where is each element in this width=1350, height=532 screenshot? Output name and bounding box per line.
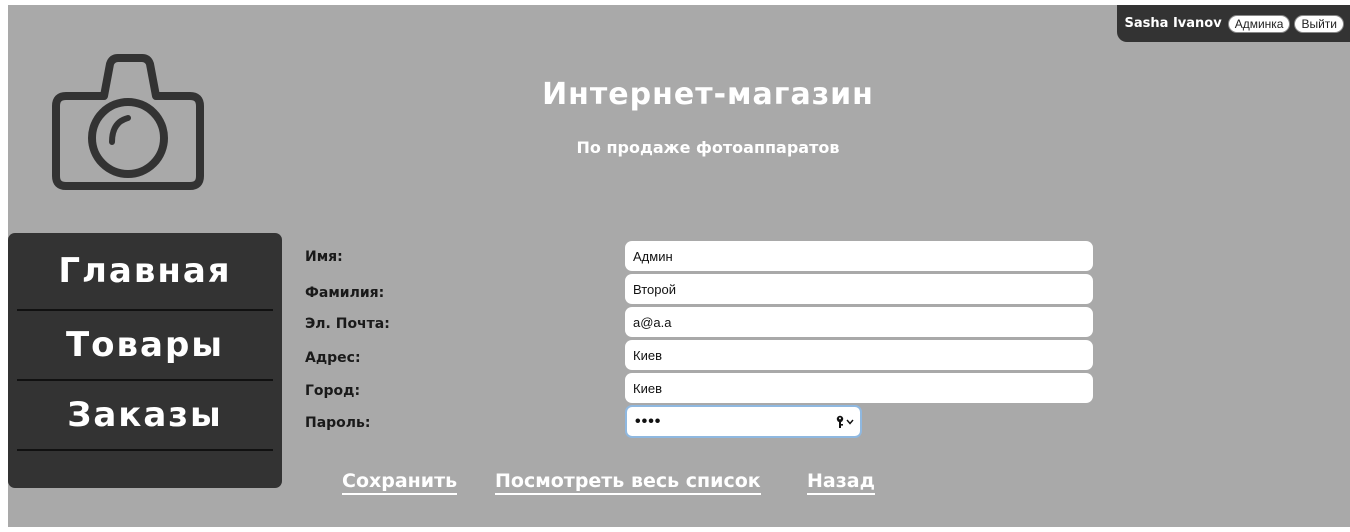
first-name-label: Имя: xyxy=(305,249,343,265)
address-label: Адрес: xyxy=(305,350,361,366)
chevron-down-icon xyxy=(846,419,854,425)
city-value: Киев xyxy=(633,380,662,396)
email-value: a@a.a xyxy=(633,314,672,330)
password-label: Пароль: xyxy=(305,415,371,431)
nav-item-home[interactable]: Главная xyxy=(17,233,273,311)
email-label: Эл. Почта: xyxy=(305,316,390,332)
last-name-value: Второй xyxy=(633,281,676,297)
view-all-button[interactable]: Посмотреть весь список xyxy=(495,470,761,495)
nav-item-products[interactable]: Товары xyxy=(17,311,273,381)
user-name: Sasha Ivanov xyxy=(1124,16,1222,31)
logout-button[interactable]: Выйти xyxy=(1294,14,1344,33)
user-panel: Sasha Ivanov Админка Выйти xyxy=(1116,5,1350,42)
key-icon xyxy=(836,415,844,428)
first-name-value: Админ xyxy=(633,248,673,264)
last-name-field[interactable]: Второй xyxy=(625,274,1093,304)
save-button[interactable]: Сохранить xyxy=(342,470,458,495)
city-label: Город: xyxy=(305,383,361,399)
site-subtitle: По продаже фотоаппаратов xyxy=(576,138,840,157)
password-value: •••• xyxy=(635,412,662,430)
nav-item-orders[interactable]: Заказы xyxy=(17,381,273,451)
last-name-label: Фамилия: xyxy=(305,285,385,301)
main-nav: Главная Товары Заказы xyxy=(8,233,282,488)
camera-icon xyxy=(48,50,208,190)
email-field[interactable]: a@a.a xyxy=(625,307,1093,337)
first-name-field[interactable]: Админ xyxy=(625,241,1093,271)
address-field[interactable]: Киев xyxy=(625,340,1093,370)
city-field[interactable]: Киев xyxy=(625,373,1093,403)
address-value: Киев xyxy=(633,347,662,363)
password-field[interactable]: •••• xyxy=(625,405,862,438)
page: Sasha Ivanov Админка Выйти Интернет-мага… xyxy=(8,5,1350,527)
admin-button[interactable]: Админка xyxy=(1227,14,1291,33)
password-autofill-button[interactable] xyxy=(835,415,854,429)
site-title: Интернет-магазин xyxy=(542,77,874,112)
back-button[interactable]: Назад xyxy=(807,470,875,495)
